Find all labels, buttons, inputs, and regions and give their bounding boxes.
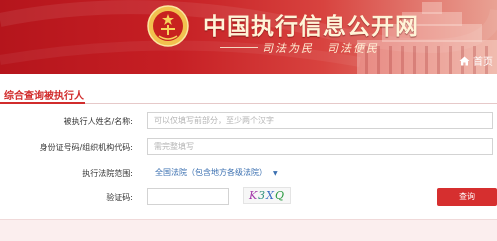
court-select[interactable]: 全国法院（包含地方各级法院） ▼ bbox=[147, 165, 287, 181]
home-icon bbox=[459, 56, 470, 65]
court-emblem-icon bbox=[147, 5, 189, 47]
home-link[interactable]: 首页 bbox=[459, 53, 493, 68]
title-underline bbox=[0, 102, 85, 104]
site-banner: 中国执行信息公开网 司法为民 司法便民 首页 bbox=[0, 0, 497, 74]
name-label: 被执行人姓名/名称: bbox=[63, 117, 133, 126]
captcha-input[interactable] bbox=[147, 188, 229, 205]
footer-band bbox=[0, 219, 497, 241]
name-input[interactable] bbox=[147, 112, 493, 129]
captcha-image[interactable]: K3XQ bbox=[243, 187, 291, 204]
motto-divider bbox=[220, 47, 258, 48]
id-label: 身份证号码/组织机构代码: bbox=[39, 143, 133, 152]
search-button[interactable]: 查询 bbox=[437, 188, 497, 206]
home-label: 首页 bbox=[473, 57, 493, 68]
captcha-char: 3 bbox=[258, 189, 267, 202]
site-motto: 司法为民 司法便民 bbox=[262, 42, 379, 55]
captcha-label: 验证码: bbox=[106, 193, 133, 202]
panel-title: 综合查询被执行人 bbox=[4, 91, 84, 102]
id-number-input[interactable] bbox=[147, 138, 493, 155]
site-title: 中国执行信息公开网 bbox=[203, 14, 419, 40]
court-label: 执行法院范围: bbox=[82, 169, 133, 178]
captcha-char: K bbox=[248, 189, 259, 202]
chevron-down-icon: ▼ bbox=[273, 170, 278, 177]
captcha-char: Q bbox=[275, 189, 286, 202]
court-select-value: 全国法院（包含地方各级法院） bbox=[155, 168, 267, 177]
captcha-char: X bbox=[266, 189, 276, 202]
